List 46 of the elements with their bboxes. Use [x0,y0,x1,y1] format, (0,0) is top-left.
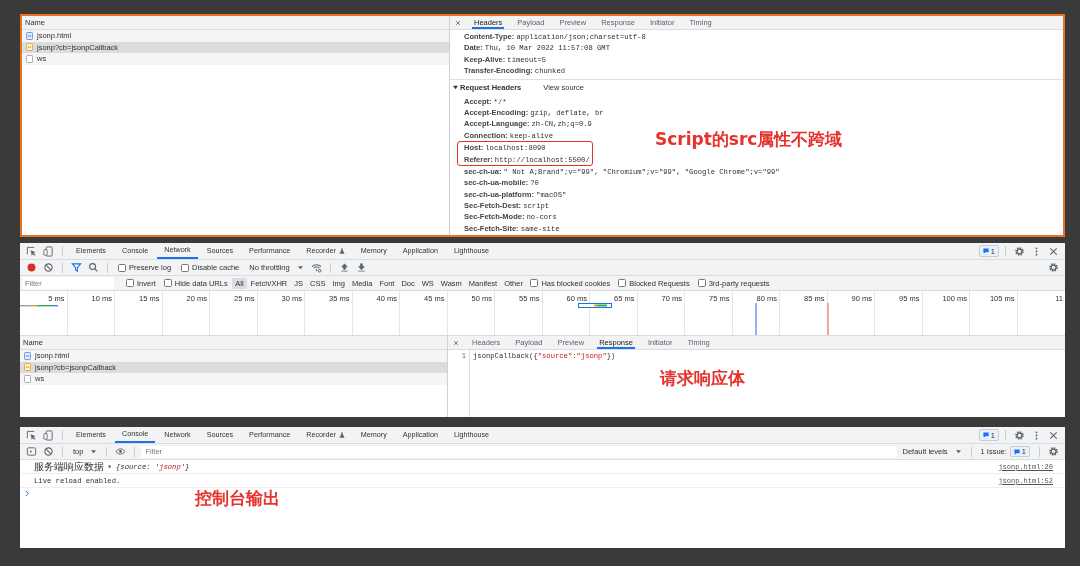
close-icon[interactable] [455,19,461,26]
load-line [827,303,829,335]
prompt-icon[interactable] [25,490,30,497]
settings-icon[interactable] [1048,262,1059,273]
inspect-icon[interactable] [26,245,37,257]
script-icon [26,43,33,52]
expand-icon[interactable] [108,464,112,469]
document-icon [26,31,33,40]
flask-icon [338,248,345,254]
settings-icon[interactable] [1014,245,1025,257]
caret-icon [297,265,303,270]
clear-icon[interactable] [43,262,54,273]
caret-icon [955,449,961,454]
close-icon[interactable] [1048,429,1059,441]
file-icon [26,54,33,63]
flask-icon [338,432,345,438]
network-conditions-icon[interactable] [310,262,322,273]
filter-icon[interactable] [71,262,82,273]
sidebar-icon[interactable] [26,446,37,457]
download-icon[interactable] [355,262,367,273]
inspect-icon[interactable] [26,429,37,441]
script-icon [24,363,31,372]
settings-icon[interactable] [1048,446,1059,457]
close-icon[interactable] [453,339,459,346]
device-icon[interactable] [43,245,54,257]
upload-icon[interactable] [338,262,350,273]
message-icon [982,432,989,438]
eye-icon[interactable] [115,446,127,457]
file-icon [24,374,31,383]
expand-icon [453,85,458,91]
message-icon [1013,448,1020,455]
message-icon [982,248,989,254]
record-icon[interactable] [26,262,37,273]
close-icon[interactable] [1048,245,1059,257]
annotation-text: 请求响应体 [660,367,745,390]
clear-icon[interactable] [43,446,54,457]
device-icon[interactable] [43,429,54,441]
settings-icon[interactable] [1014,429,1025,441]
search-icon[interactable] [88,262,99,273]
request-bar [578,303,612,308]
annotation-text: Script的src属性不跨域 [655,128,843,151]
annotation-text: 控制台输出 [195,487,280,510]
caret-icon [91,449,97,454]
document-icon [24,351,31,360]
log-message: 服务端响应数据 [34,459,104,474]
dom-loaded-line [755,303,757,335]
